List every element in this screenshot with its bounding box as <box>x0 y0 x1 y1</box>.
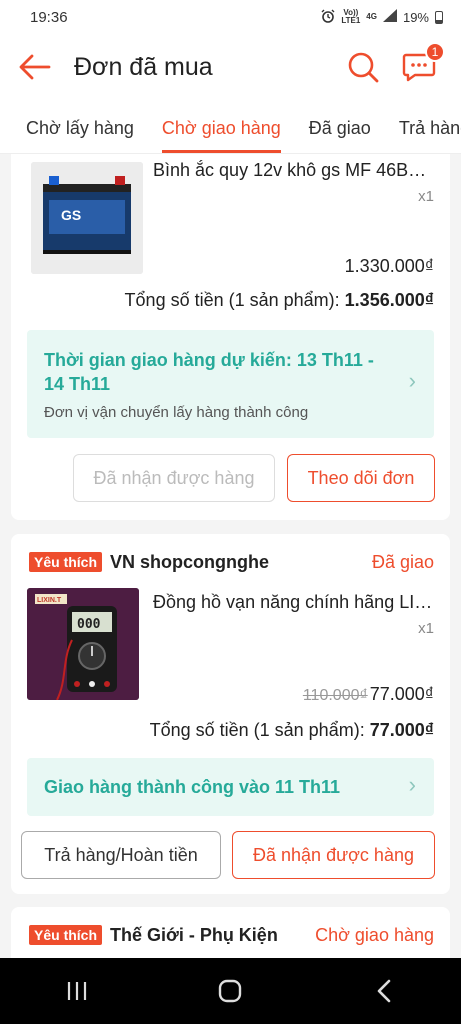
product-name[interactable]: Đồng hồ vạn năng chính hãng LIXINJT <box>153 592 434 613</box>
order-total: Tổng số tiền (1 sản phẩm): 77.000₫ <box>150 720 434 741</box>
order-list[interactable]: GS Bình ắc quy 12v khô gs MF 46B24LS x1 … <box>0 154 461 958</box>
svg-text:000: 000 <box>77 617 101 632</box>
product-quantity: x1 <box>418 620 434 637</box>
back-nav-button[interactable] <box>344 966 424 1016</box>
network-type: 4G <box>366 12 377 21</box>
battery-icon <box>435 10 443 24</box>
search-icon <box>348 52 379 83</box>
product-image[interactable]: LIXIN.T 000 <box>27 588 139 700</box>
order-tabs: Chờ lấy hàng Chờ giao hàng Đã giao Trả h… <box>0 100 461 154</box>
order-total-label: Tổng số tiền (1 sản phẩm): <box>149 720 370 740</box>
recent-apps-button[interactable] <box>37 966 117 1016</box>
battery-percent: 19% <box>402 9 429 25</box>
product-price: 110.000₫ 77.000₫ <box>303 684 434 705</box>
tab-da-giao[interactable]: Đã giao <box>295 100 385 153</box>
chat-button[interactable]: 1 <box>391 34 447 100</box>
app-header: Đơn đã mua 1 <box>0 34 461 100</box>
order-status: Đã giao <box>371 551 434 572</box>
order-card[interactable]: GS Bình ắc quy 12v khô gs MF 46B24LS x1 … <box>11 154 450 520</box>
order-card[interactable]: Yêu thích VN shopcongnghe Đã giao LIXIN.… <box>11 534 450 894</box>
tab-cho-giao-hang[interactable]: Chờ giao hàng <box>148 100 295 153</box>
volte-indicator: Vo)) LTE1 <box>341 8 361 25</box>
home-icon <box>219 979 242 1003</box>
alarm-icon <box>321 9 335 26</box>
recent-apps-icon <box>67 982 86 1000</box>
system-nav-bar <box>0 958 461 1024</box>
product-price: 1.330.000₫ <box>344 256 434 276</box>
shipping-title: Thời gian giao hàng dự kiến: 13 Th11 - 1… <box>44 350 374 394</box>
received-button[interactable]: Đã nhận được hàng <box>232 831 435 879</box>
return-refund-button[interactable]: Trả hàng/Hoàn tiền <box>21 831 221 879</box>
order-status: Chờ giao hàng <box>315 924 434 945</box>
svg-text:LIXIN.T: LIXIN.T <box>37 597 62 604</box>
original-price: 110.000₫ <box>302 687 368 704</box>
order-total-label: Tổng số tiền (1 sản phẩm): <box>124 290 345 310</box>
sale-price: 77.000₫ <box>369 684 434 704</box>
track-order-button[interactable]: Theo dõi đơn <box>287 454 435 502</box>
chevron-right-icon: › <box>408 772 416 797</box>
favorite-badge: Yêu thích <box>29 552 103 572</box>
shipping-info[interactable]: Giao hàng thành công vào 11 Th11 › <box>27 758 434 816</box>
status-bar: 19:36 Vo)) LTE1 4G 19% <box>0 0 461 34</box>
home-button[interactable] <box>190 966 270 1016</box>
product-image[interactable]: GS <box>31 162 143 274</box>
order-card[interactable]: Yêu thích Thế Giới - Phụ Kiện Chờ giao h… <box>11 907 450 958</box>
signal-icon <box>382 9 397 25</box>
shipping-info[interactable]: Thời gian giao hàng dự kiến: 13 Th11 - 1… <box>27 330 434 438</box>
received-button[interactable]: Đã nhận được hàng <box>73 454 275 502</box>
svg-text:GS: GS <box>61 207 81 223</box>
product-name[interactable]: Bình ắc quy 12v khô gs MF 46B24LS <box>153 160 434 181</box>
shipping-subtitle: Đơn vị vận chuyển lấy hàng thành công <box>44 404 309 421</box>
chevron-left-icon <box>377 979 391 1003</box>
shipping-title: Giao hàng thành công vào 11 Th11 <box>44 777 341 797</box>
page-title: Đơn đã mua <box>74 52 213 81</box>
shop-name[interactable]: VN shopcongnghe <box>110 552 372 573</box>
status-time: 19:36 <box>30 8 68 26</box>
order-total-value: 77.000₫ <box>369 720 434 740</box>
shop-row[interactable]: Yêu thích VN shopcongnghe Đã giao <box>29 550 434 574</box>
arrow-left-icon <box>19 54 51 80</box>
back-button[interactable] <box>0 34 70 100</box>
order-total-value: 1.356.000₫ <box>344 290 434 310</box>
shop-row[interactable]: Yêu thích Thế Giới - Phụ Kiện Chờ giao h… <box>29 923 434 947</box>
chevron-right-icon: › <box>408 368 416 393</box>
tab-cho-lay-hang[interactable]: Chờ lấy hàng <box>0 100 148 153</box>
product-quantity: x1 <box>418 188 434 205</box>
chat-badge: 1 <box>425 42 445 62</box>
tab-tra-hang[interactable]: Trả hàng <box>385 100 461 153</box>
shop-name[interactable]: Thế Giới - Phụ Kiện <box>110 925 315 946</box>
order-total: Tổng số tiền (1 sản phẩm): 1.356.000₫ <box>125 290 434 311</box>
search-button[interactable] <box>335 34 391 100</box>
favorite-badge: Yêu thích <box>29 925 103 945</box>
